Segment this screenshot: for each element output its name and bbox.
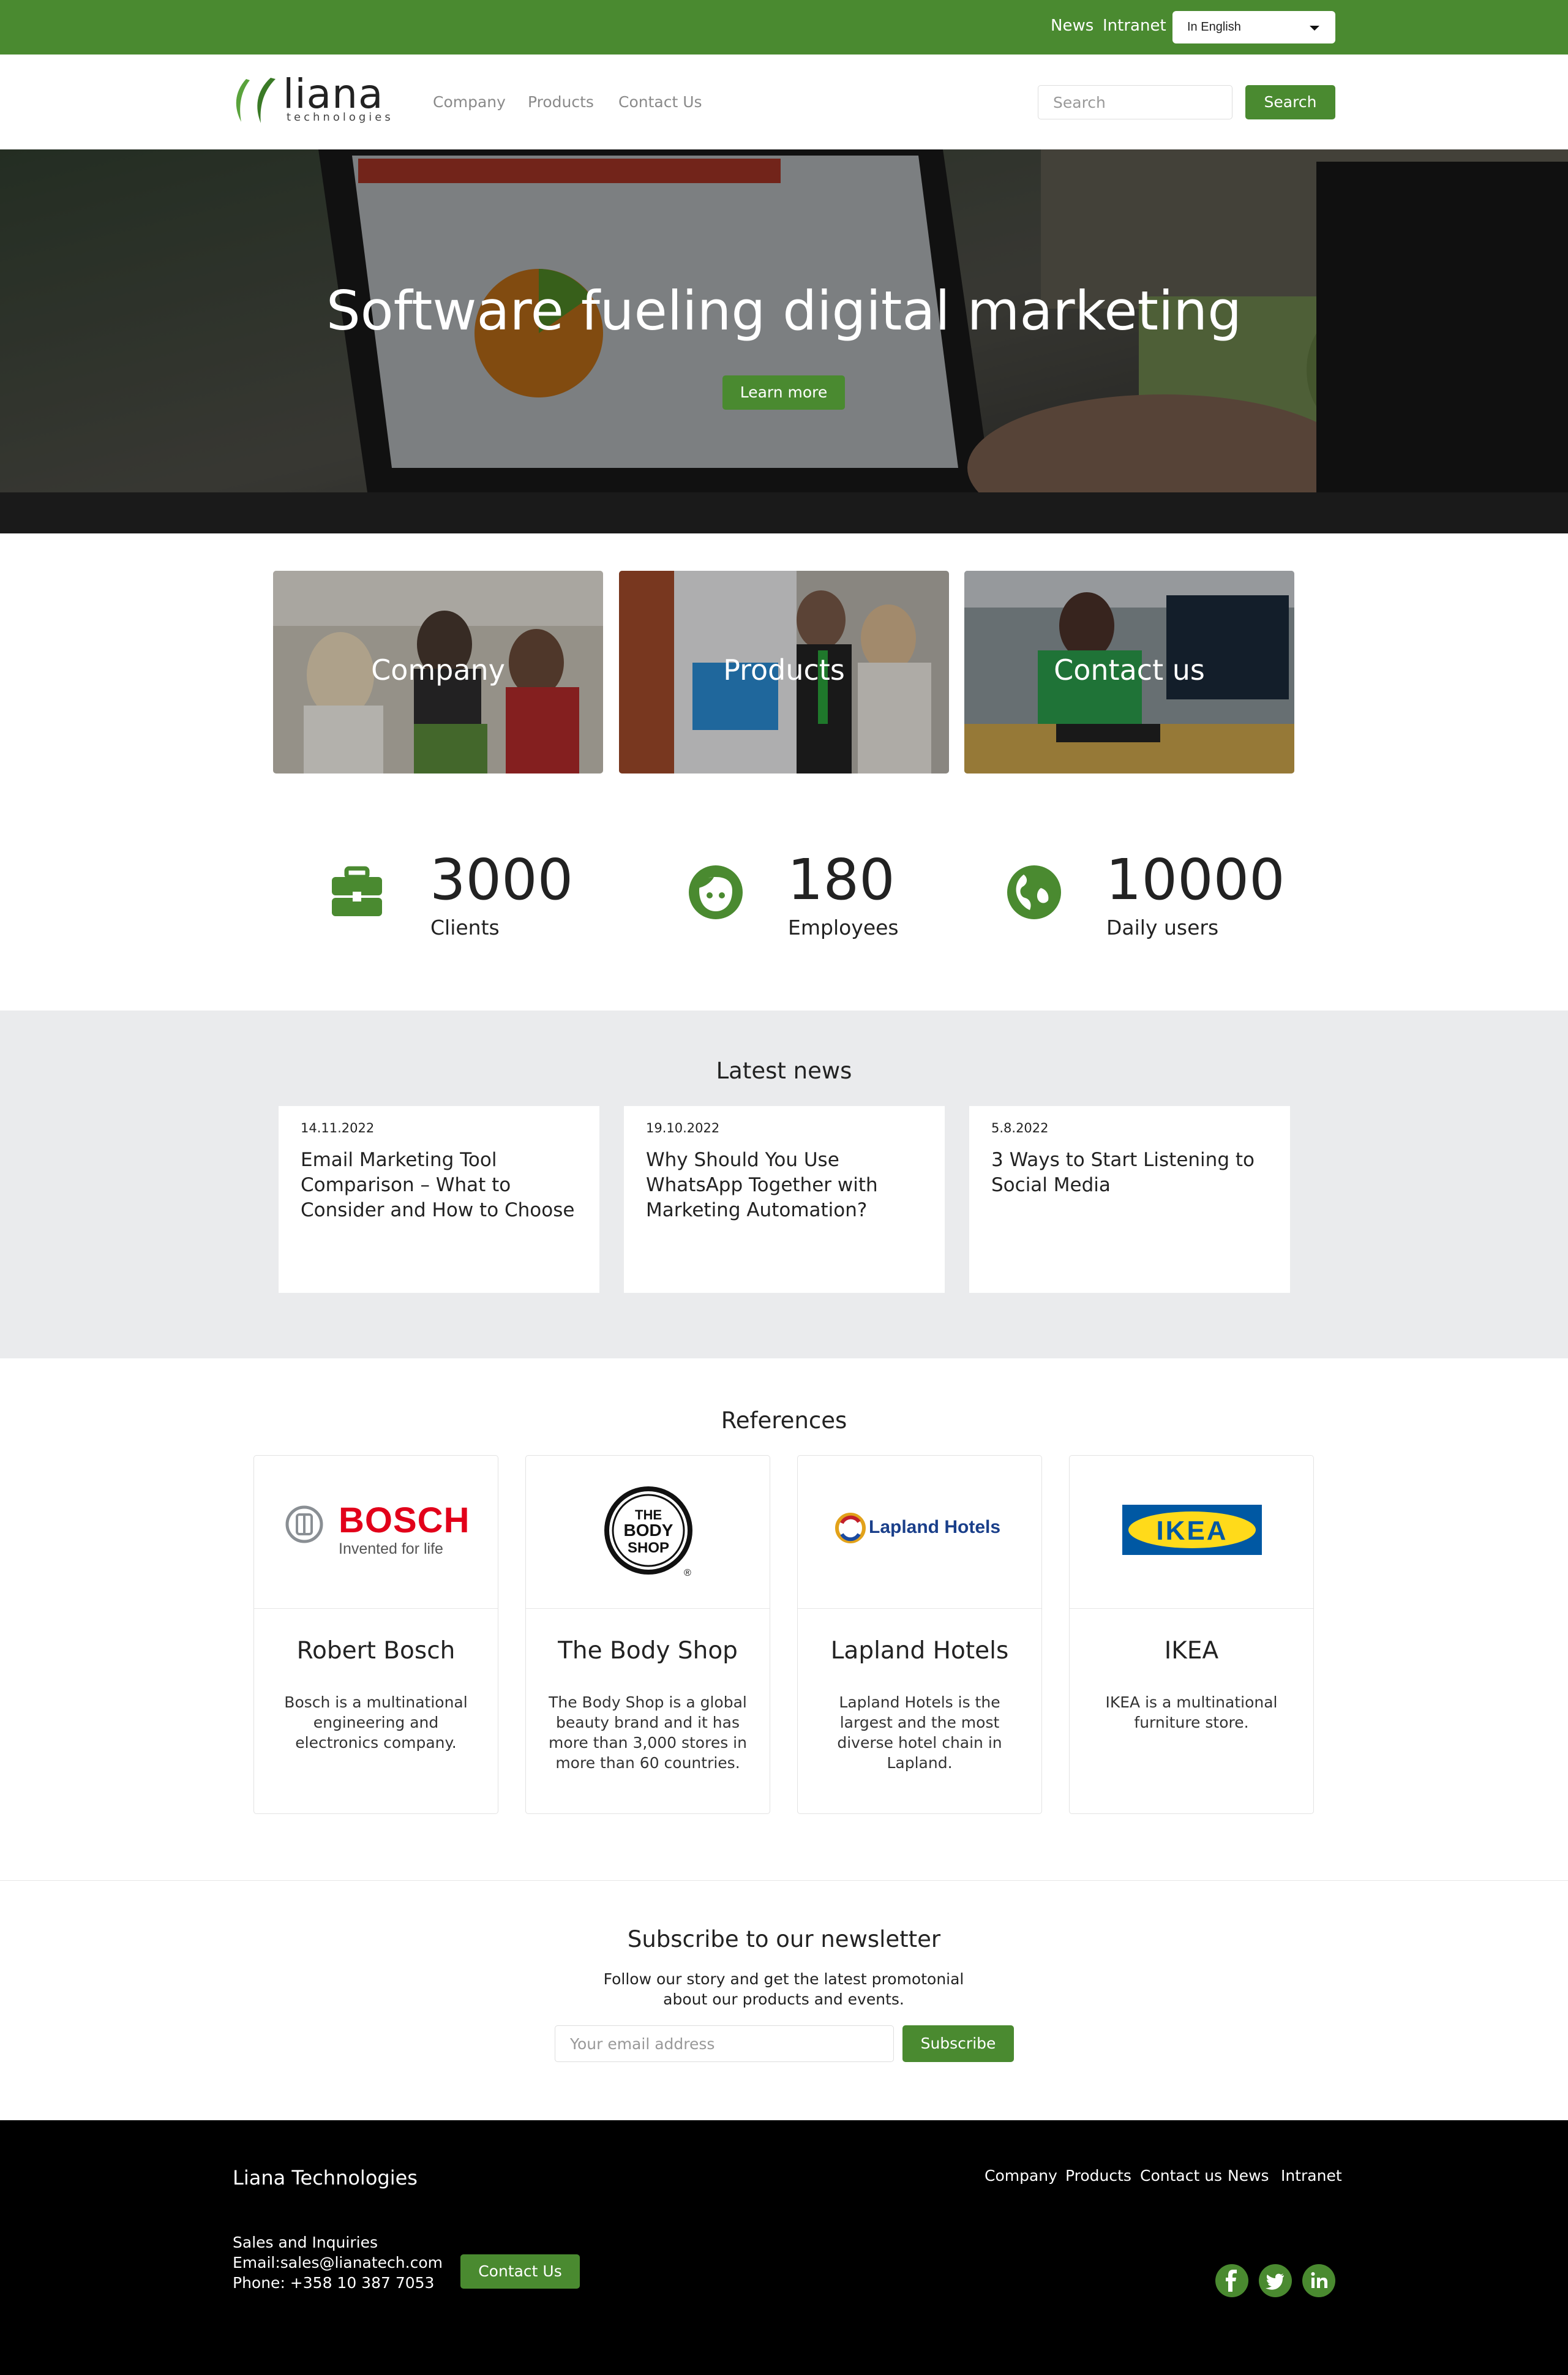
news-date: 14.11.2022	[301, 1121, 375, 1135]
bosch-logo: BOSCH Invented for life	[254, 1456, 498, 1609]
nav-company[interactable]: Company	[433, 93, 506, 111]
hero-title: Software fueling digital marketing	[326, 279, 1242, 342]
footer-link-contact-us[interactable]: Contact us	[1140, 2167, 1222, 2185]
tile-contact-us[interactable]: Contact us	[964, 571, 1294, 773]
news-title[interactable]: 3 Ways to Start Listening to Social Medi…	[991, 1148, 1268, 1198]
tile-products-label: Products	[723, 653, 845, 687]
face-icon	[689, 865, 743, 919]
news-card[interactable]: 19.10.2022 Why Should You Use WhatsApp T…	[624, 1106, 945, 1293]
tile-company[interactable]: Company	[273, 571, 603, 773]
reference-description: IKEA is a multinational furniture store.	[1105, 1693, 1278, 1731]
ikea-logo-graphic: IKEA	[1122, 1505, 1262, 1555]
body-shop-logo-graphic: THE BODY SHOP ®	[604, 1486, 692, 1578]
stat-daily-users-label: Daily users	[1106, 916, 1219, 939]
tile-contact-us-label: Contact us	[1054, 653, 1205, 687]
briefcase-icon	[332, 866, 382, 916]
subscribe-button[interactable]: Subscribe	[902, 2025, 1014, 2062]
stat-clients-value: 3000	[430, 847, 574, 913]
reference-card-ikea[interactable]: IKEA IKEA IKEA is a multinational furnit…	[1069, 1455, 1314, 1814]
reference-name: Robert Bosch	[296, 1637, 456, 1665]
search-input[interactable]: Search	[1038, 85, 1232, 119]
footer-sales-label: Sales and Inquiries	[233, 2234, 378, 2251]
footer-link-intranet[interactable]: Intranet	[1281, 2167, 1342, 2185]
site-header: liana technologies Company Products Cont…	[0, 55, 1568, 149]
footer-link-news[interactable]: News	[1228, 2167, 1269, 2185]
top-bar: News Intranet In English	[0, 0, 1568, 55]
linkedin-icon[interactable]	[1302, 2264, 1335, 2297]
search-button[interactable]: Search	[1245, 85, 1335, 119]
footer-link-products[interactable]: Products	[1065, 2167, 1131, 2185]
nav-contact-us[interactable]: Contact Us	[618, 93, 702, 111]
stat-employees-value: 180	[787, 847, 895, 913]
tile-products[interactable]: Products	[619, 571, 949, 773]
svg-text:SHOP: SHOP	[628, 1540, 669, 1556]
lapland-hotels-logo-text: Lapland Hotels	[869, 1517, 1001, 1537]
reference-name: Lapland Hotels	[830, 1637, 1009, 1665]
newsletter-description: Follow our story and get the latest prom…	[603, 1970, 964, 2008]
reference-description: Lapland Hotels is the largest and the mo…	[837, 1693, 1002, 1772]
email-field[interactable]: Your email address	[555, 2025, 894, 2062]
latest-news-title: Latest news	[716, 1058, 852, 1084]
reference-name: IKEA	[1164, 1637, 1219, 1665]
language-selected-value: In English	[1187, 20, 1241, 34]
reference-card-bosch[interactable]: BOSCH Invented for life Robert Bosch Bos…	[253, 1455, 498, 1814]
globe-icon	[1007, 865, 1061, 919]
news-card[interactable]: 5.8.2022 3 Ways to Start Listening to So…	[969, 1106, 1290, 1293]
reference-card-lapland-hotels[interactable]: Lapland Hotels Lapland Hotels Lapland Ho…	[797, 1455, 1042, 1814]
stat-employees-label: Employees	[788, 916, 899, 939]
footer-phone: Phone: +358 10 387 7053	[233, 2274, 435, 2292]
bosch-logo-text: BOSCH	[339, 1500, 470, 1540]
news-title[interactable]: Email Marketing Tool Comparison – What t…	[301, 1148, 577, 1223]
bosch-tagline: Invented for life	[339, 1540, 443, 1557]
reference-name: The Body Shop	[558, 1637, 738, 1665]
hero-banner: Software fueling digital marketing Learn…	[0, 149, 1568, 533]
lapland-hotels-logo: Lapland Hotels	[798, 1456, 1041, 1609]
ikea-logo: IKEA	[1070, 1456, 1313, 1609]
language-select[interactable]: In English	[1172, 11, 1335, 43]
footer-link-company[interactable]: Company	[985, 2167, 1057, 2185]
site-footer: Liana Technologies Company Products Cont…	[0, 2120, 1568, 2375]
top-link-news[interactable]: News	[1051, 17, 1093, 35]
tile-company-label: Company	[371, 653, 505, 687]
news-date: 19.10.2022	[646, 1121, 720, 1135]
twitter-icon[interactable]	[1259, 2264, 1292, 2297]
stat-clients-label: Clients	[430, 916, 500, 939]
logo-mark-icon	[236, 78, 276, 123]
facebook-icon[interactable]	[1215, 2264, 1248, 2297]
svg-text:®: ®	[684, 1568, 691, 1578]
svg-text:IKEA: IKEA	[1156, 1516, 1228, 1546]
chevron-down-icon	[1310, 26, 1319, 31]
logo-subtitle: technologies	[287, 111, 394, 124]
references-title: References	[721, 1407, 847, 1434]
news-card[interactable]: 14.11.2022 Email Marketing Tool Comparis…	[279, 1106, 599, 1293]
news-date: 5.8.2022	[991, 1121, 1049, 1135]
stat-daily-users-value: 10000	[1106, 847, 1285, 913]
footer-contact-us-button[interactable]: Contact Us	[460, 2254, 580, 2289]
newsletter-title: Subscribe to our newsletter	[627, 1926, 941, 1952]
footer-email[interactable]: Email:sales@lianatech.com	[233, 2254, 443, 2271]
footer-company-name: Liana Technologies	[233, 2166, 418, 2189]
svg-text:BODY: BODY	[624, 1521, 673, 1540]
reference-card-body-shop[interactable]: THE BODY SHOP ® The Body Shop The Body S…	[525, 1455, 770, 1814]
top-link-intranet[interactable]: Intranet	[1103, 17, 1166, 35]
body-shop-logo: THE BODY SHOP ®	[526, 1456, 770, 1609]
learn-more-button[interactable]: Learn more	[722, 375, 845, 410]
reference-description: The Body Shop is a global beauty brand a…	[549, 1693, 747, 1772]
section-divider	[0, 1880, 1568, 1881]
nav-products[interactable]: Products	[528, 93, 594, 111]
liana-logo[interactable]: liana technologies	[233, 70, 391, 129]
news-title[interactable]: Why Should You Use WhatsApp Together wit…	[646, 1148, 923, 1223]
reference-description: Bosch is a multinational engineering and…	[284, 1693, 468, 1752]
